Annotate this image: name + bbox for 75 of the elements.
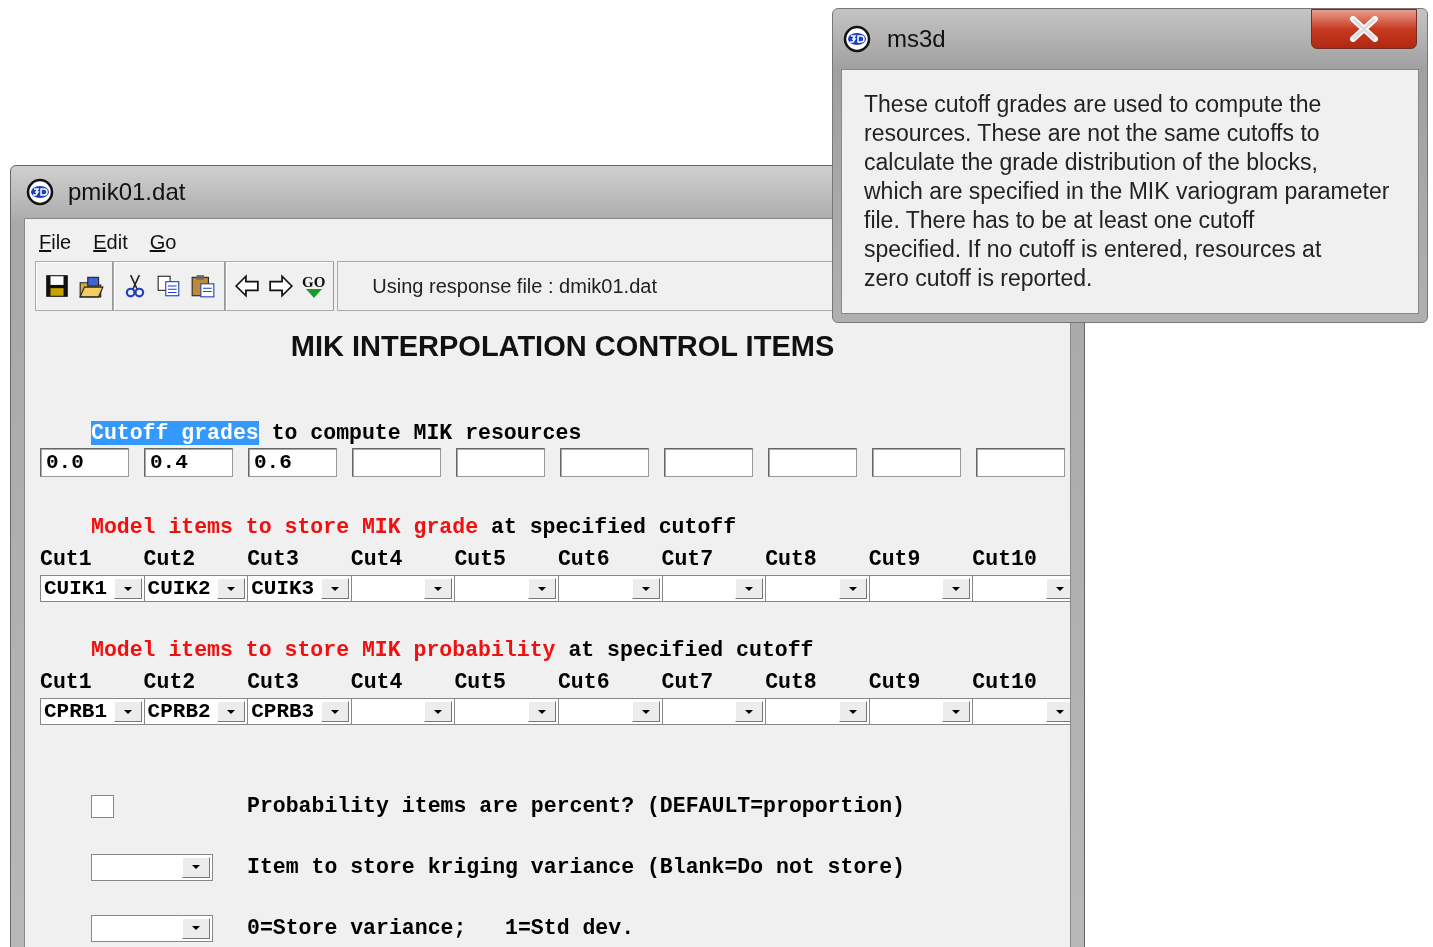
- dropdown[interactable]: CUIK1: [40, 575, 144, 602]
- column-label: Cut4: [350, 548, 404, 570]
- dropdown[interactable]: [868, 575, 973, 602]
- menu-item[interactable]: Go: [149, 227, 177, 257]
- dropdown[interactable]: [91, 853, 213, 881]
- column-label: Cut2: [143, 671, 197, 693]
- copy-icon[interactable]: [156, 273, 182, 299]
- option-label: 0=Store variance; 1=Std dev.: [247, 914, 635, 942]
- column-label: Cut6: [557, 548, 611, 570]
- save-icon[interactable]: [44, 273, 70, 299]
- dropdown[interactable]: [350, 698, 455, 725]
- column-label: Cut10: [972, 548, 1038, 570]
- column-label: Cut6: [557, 671, 611, 693]
- input-field[interactable]: [872, 448, 961, 477]
- dropdown[interactable]: CUIK2: [143, 575, 248, 602]
- section-caption: Model items to store MIK probability at specified cutoff: [91, 640, 815, 662]
- dropdown[interactable]: [661, 575, 766, 602]
- column-label: Cut5: [454, 671, 507, 693]
- close-icon: [1349, 16, 1379, 42]
- dropdown[interactable]: [350, 575, 455, 602]
- dropdown[interactable]: [972, 698, 1070, 725]
- column-label: Cut9: [868, 671, 922, 693]
- input-field[interactable]: 0.4: [144, 448, 233, 477]
- menu-item[interactable]: File: [39, 227, 72, 257]
- dialog-title: ms3d: [887, 24, 946, 54]
- input-field[interactable]: [768, 448, 857, 477]
- left-arrow-icon[interactable]: [234, 273, 260, 299]
- app-logo-icon: [26, 178, 54, 206]
- form-heading: MIK INTERPOLATION CONTROL ITEMS: [289, 329, 836, 364]
- section-caption: Model items to store MIK grade at specified cutoff: [91, 517, 738, 539]
- input-field[interactable]: [976, 448, 1065, 477]
- column-label: Cut1: [40, 671, 93, 693]
- column-label: Cut10: [972, 671, 1038, 693]
- column-label: Cut3: [247, 548, 300, 570]
- dropdown[interactable]: [454, 575, 558, 602]
- column-label: Cut5: [454, 548, 507, 570]
- column-label: Cut8: [765, 548, 818, 570]
- menu-item[interactable]: Edit: [93, 227, 128, 257]
- dropdown[interactable]: [661, 698, 766, 725]
- column-label: Cut2: [143, 548, 197, 570]
- input-field[interactable]: [456, 448, 545, 477]
- dropdown[interactable]: CPRB1: [40, 698, 144, 725]
- go-button[interactable]: GO: [302, 274, 326, 298]
- input-field[interactable]: [664, 448, 753, 477]
- dropdown[interactable]: [765, 698, 869, 725]
- dropdown[interactable]: [765, 575, 869, 602]
- app-logo-icon: [843, 25, 871, 53]
- right-arrow-icon[interactable]: [268, 273, 294, 299]
- clipboard-icon[interactable]: [190, 273, 216, 299]
- dropdown[interactable]: CPRB2: [143, 698, 248, 725]
- column-label: Cut8: [765, 671, 818, 693]
- close-button[interactable]: [1311, 9, 1417, 49]
- option-label: Item to store kriging variance (Blank=Do not store): [247, 853, 905, 881]
- input-field[interactable]: 0.0: [40, 448, 129, 477]
- dropdown[interactable]: [91, 914, 213, 942]
- dropdown[interactable]: [557, 698, 662, 725]
- dropdown[interactable]: CPRB3: [247, 698, 351, 725]
- column-label: Cut9: [868, 548, 922, 570]
- column-label: Cut1: [40, 548, 93, 570]
- dropdown[interactable]: [972, 575, 1070, 602]
- option-label: Probability items are percent? (DEFAULT=proportion): [247, 792, 905, 820]
- checkbox[interactable]: [91, 794, 114, 818]
- dropdown[interactable]: CUIK3: [247, 575, 351, 602]
- column-label: Cut7: [661, 548, 715, 570]
- section-caption: Cutoff grades to compute MIK resources: [91, 422, 583, 444]
- dropdown[interactable]: [557, 575, 662, 602]
- column-label: Cut4: [350, 671, 404, 693]
- input-field[interactable]: 0.6: [248, 448, 337, 477]
- window-title: pmik01.dat: [68, 177, 186, 207]
- column-label: Cut3: [247, 671, 300, 693]
- input-field[interactable]: [352, 448, 441, 477]
- column-label: Cut7: [661, 671, 715, 693]
- dropdown[interactable]: [454, 698, 558, 725]
- input-field[interactable]: [560, 448, 649, 477]
- dropdown[interactable]: [868, 698, 973, 725]
